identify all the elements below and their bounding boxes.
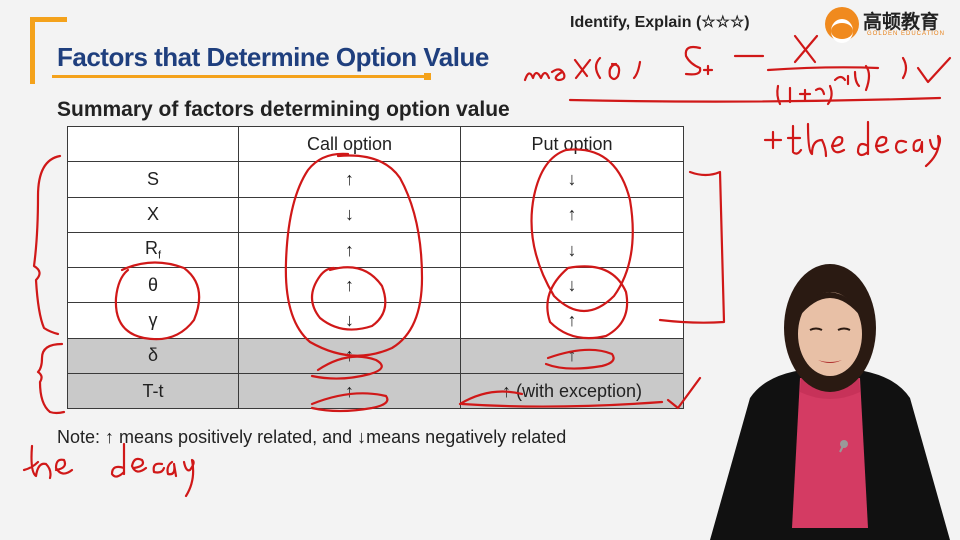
ink-underline: [568, 96, 942, 103]
ink-x: [793, 34, 819, 64]
put-cell: ↓: [460, 161, 684, 198]
factor-cell: γ: [67, 302, 239, 339]
call-cell: ↓: [238, 196, 461, 233]
learning-objective-tag: Identify, Explain (☆☆☆): [570, 14, 750, 31]
call-cell: ↑: [238, 373, 461, 410]
put-cell: ↑ (with exception): [460, 373, 684, 410]
factor-cell: S: [67, 161, 239, 198]
call-cell: ↑: [238, 337, 461, 375]
title-underline: [52, 75, 424, 78]
logo-subtitle: GOLDEN EDUCATION: [867, 31, 945, 37]
logo-name: 高顿教育: [863, 12, 940, 33]
brand-logo: 高顿教育 GOLDEN EDUCATION: [825, 3, 955, 45]
put-cell: ↑: [460, 302, 684, 339]
call-cell: ↑: [238, 231, 461, 269]
put-cell: ↓: [460, 231, 684, 269]
title-corner-bracket-left: [30, 17, 35, 84]
slide: Factors that Determine Option Value Iden…: [0, 0, 960, 540]
title-corner-bracket: [30, 17, 67, 22]
factor-cell: θ: [67, 267, 239, 304]
ink-left-brace-small: [36, 342, 66, 415]
factor-cell: Rf: [67, 231, 239, 269]
put-cell: ↓: [460, 267, 684, 304]
header-factor: [67, 125, 239, 163]
ink-max-formula: [523, 56, 642, 82]
table-row: S ↑ ↓: [67, 161, 684, 198]
table-heading: Summary of factors determining option va…: [57, 98, 510, 121]
table-row: γ ↓ ↑: [67, 302, 684, 339]
factor-cell: X: [67, 196, 239, 233]
factors-table: Call option Put option S ↑ ↓ X ↓ ↑ Rf ↑ …: [67, 125, 684, 410]
table-row: X ↓ ↑: [67, 196, 684, 233]
presenter-video: [710, 264, 950, 540]
table-row: Rf ↑ ↓: [67, 231, 684, 269]
put-cell: ↑: [460, 196, 684, 233]
ink-the-decay-bottom: [22, 442, 195, 498]
title-underline-end: [424, 73, 431, 80]
call-cell: ↑: [238, 267, 461, 304]
ink-plus-decay: [763, 122, 846, 158]
ink-left-brace-large: [32, 154, 62, 336]
table-row: θ ↑ ↓: [67, 267, 684, 304]
factor-cell: T-t: [67, 373, 239, 410]
put-cell: ↑: [460, 337, 684, 375]
header-put-option: Put option: [460, 125, 684, 163]
ink-close-paren: [901, 56, 908, 80]
table-note: Note: ↑ means positively related, and ↓m…: [57, 427, 567, 447]
table-header-row: Call option Put option: [67, 125, 684, 163]
ink-check-top: [916, 56, 952, 84]
ink-fraction-bar: [766, 66, 880, 72]
table-row: δ ↑ ↑: [67, 337, 684, 375]
call-cell: ↓: [238, 302, 461, 339]
ink-denominator: [776, 64, 871, 106]
ink-st: [684, 45, 714, 76]
factor-cell: δ: [67, 337, 239, 375]
ink-decay-word: [856, 120, 942, 168]
slide-title: Factors that Determine Option Value: [57, 42, 489, 72]
call-cell: ↑: [238, 161, 461, 198]
header-call-option: Call option: [238, 125, 461, 163]
table-row: T-t ↑ ↑ (with exception): [67, 373, 684, 410]
logo-icon: [825, 7, 859, 43]
